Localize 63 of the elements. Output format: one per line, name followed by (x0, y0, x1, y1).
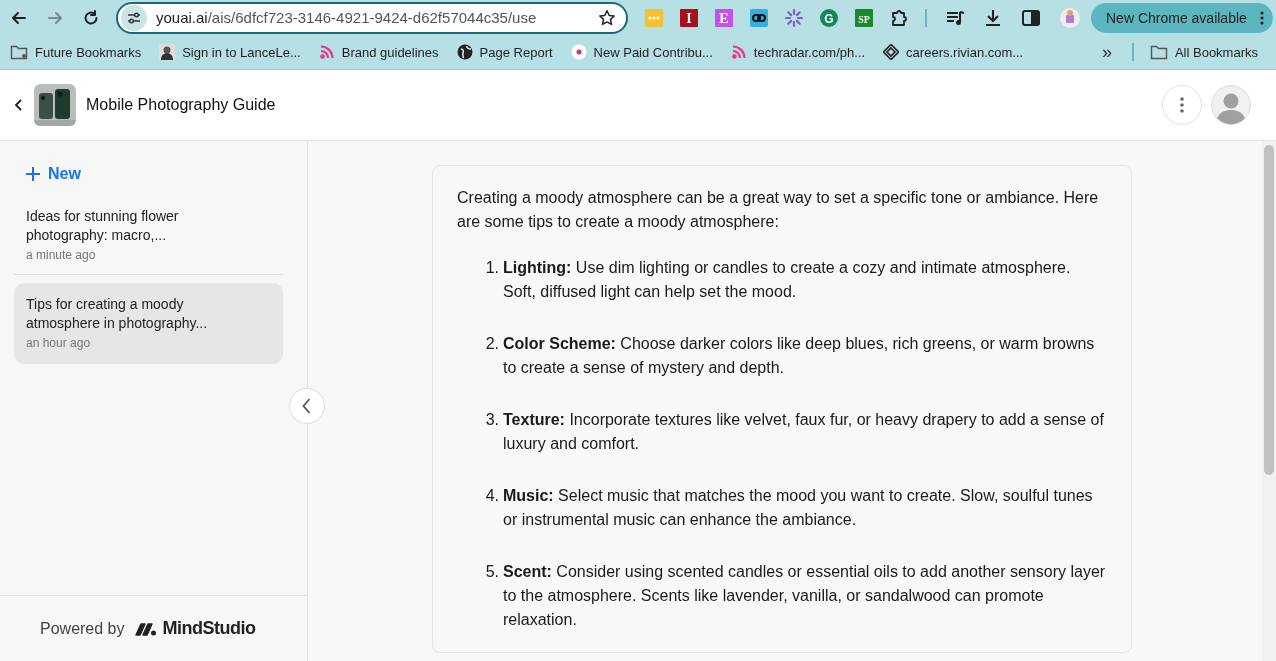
bookmark-link[interactable]: techradar.com/ph... (730, 44, 866, 60)
bookmark-link[interactable]: Sign in to LanceLe... (159, 44, 301, 60)
extension-icon[interactable]: G (819, 7, 839, 28)
new-chat-button[interactable]: New (0, 141, 81, 183)
list-number: 2. (484, 334, 499, 354)
reload-icon[interactable] (82, 8, 100, 27)
chat-history-item[interactable]: Ideas for stunning flower photography: macro,... a minute ago (14, 207, 283, 275)
site-settings-icon[interactable] (121, 4, 147, 31)
scrollbar-thumb[interactable] (1264, 145, 1274, 475)
chat-title: Tips for creating a moody atmosphere in photography... (26, 295, 209, 333)
rss-icon (318, 44, 335, 60)
diamond-logo-icon (883, 44, 900, 60)
list-item-text: Lighting: Use dim lighting or candles to create a cozy and intimate atmosphere. Soft, diffused light can help set the mood. (503, 258, 1072, 302)
list-number: 4. (484, 486, 499, 506)
bookmark-link[interactable]: Page Report (456, 44, 553, 60)
portrait-icon (159, 44, 176, 60)
all-bookmarks-link[interactable]: All Bookmarks (1149, 44, 1258, 60)
list-item-text: Texture: Incorporate textures like velvet, faux fur, or heavy drapery to add a sense of luxury and comfort. (503, 410, 1105, 454)
record-dot-icon (570, 44, 587, 60)
scrollbar[interactable] (1262, 141, 1276, 661)
extension-icon[interactable]: SP (854, 7, 874, 28)
extensions-puzzle-icon[interactable] (889, 7, 909, 28)
collapse-sidebar-icon[interactable] (289, 388, 325, 424)
bookmark-link[interactable]: Brand guidelines (318, 44, 439, 60)
list-number: 5. (484, 562, 499, 582)
list-number: 1. (484, 258, 499, 278)
folder-icon (1149, 44, 1168, 60)
message-paragraph: Creating a moody atmosphere can be a great way to set a specific tone or ambiance. Here are some tips to create a moody atmosphere: (457, 188, 1100, 232)
brand-name: MindStudio (162, 618, 256, 639)
extension-icon[interactable] (784, 7, 804, 28)
chat-title: Ideas for stunning flower photography: macro,... (26, 207, 180, 245)
bookmark-link[interactable]: careers.rivian.com... (883, 44, 1024, 60)
url-text: youai.ai/ais/6dfcf723-3146-4921-9424-d62f57044c35/use (156, 9, 538, 26)
address-bar[interactable]: youai.ai/ais/6dfcf723-3146-4921-9424-d62f57044c35/use (116, 1, 628, 34)
plus-icon (26, 167, 40, 181)
powered-by-label: Powered by (40, 619, 125, 638)
folder-icon (10, 44, 28, 60)
timestamp: a minute ago (26, 248, 97, 262)
rss-icon (730, 44, 747, 60)
extension-icon[interactable]: I (679, 7, 699, 28)
extension-icon[interactable]: E (714, 7, 734, 28)
back-chevron-icon[interactable] (14, 98, 24, 112)
side-panel-icon[interactable] (1021, 7, 1041, 28)
update-chrome-button[interactable]: New Chrome available (1091, 2, 1273, 33)
list-item-text: Music: Select music that matches the mood you want to create. Slow, soulful tunes or instrumental music can enhance the ambiance. (503, 486, 1094, 530)
bookmark-link[interactable]: New Paid Contribu... (570, 44, 713, 60)
bookmark-link[interactable]: Future Bookmarks (10, 44, 142, 60)
link-icon[interactable] (749, 7, 769, 28)
more-icon (1258, 9, 1265, 26)
chat-history-item[interactable]: Tips for creating a moody atmosphere in photography... an hour ago (14, 283, 283, 364)
mindstudio-logo-icon (134, 621, 157, 636)
more-icon (1179, 96, 1185, 114)
list-number: 3. (484, 410, 499, 430)
more-bookmarks-button[interactable]: » (1097, 41, 1116, 63)
list-item-text: Scent: Consider using scented candles or essential oils to add another sensory layer to the atmosphere. Scents like lavender, vanilla, or sandalwood can promote relaxation. (503, 562, 1107, 630)
user-avatar-icon[interactable] (1211, 85, 1251, 125)
app-title: Mobile Photography Guide (86, 96, 276, 114)
list-item-text: Color Scheme: Choose darker colors like deep blues, rich greens, or warm browns to create a sense of mystery and depth. (503, 334, 1096, 378)
globe-icon (456, 44, 473, 60)
download-icon[interactable] (983, 7, 1003, 28)
bookmark-star-icon[interactable] (598, 8, 616, 27)
profile-avatar-icon[interactable] (1059, 6, 1081, 29)
timestamp: an hour ago (26, 336, 92, 350)
